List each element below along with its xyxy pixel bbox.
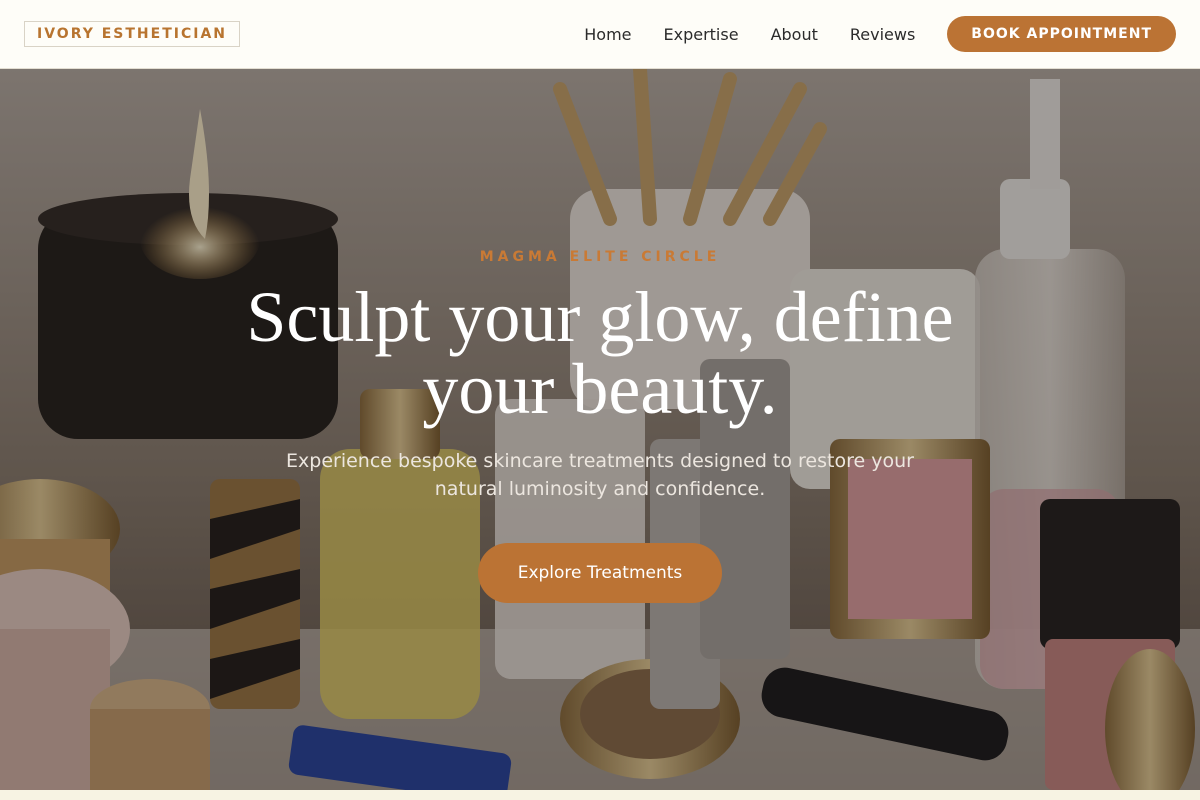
nav-link-about[interactable]: About xyxy=(771,25,818,44)
book-appointment-button[interactable]: BOOK APPOINTMENT xyxy=(947,16,1176,52)
hero-headline: Sculpt your glow, define your beauty. xyxy=(246,277,954,429)
site-header: IVORY ESTHETICIAN Home Expertise About R… xyxy=(0,0,1200,69)
hero-subtext: Experience bespoke skincare treatments d… xyxy=(286,450,914,500)
nav-link-home[interactable]: Home xyxy=(584,25,631,44)
hero-section: MAGMA ELITE CIRCLE Sculpt your glow, def… xyxy=(0,69,1200,790)
next-section-edge xyxy=(0,790,1200,800)
explore-treatments-button[interactable]: Explore Treatments xyxy=(477,543,723,603)
nav-link-expertise[interactable]: Expertise xyxy=(664,25,739,44)
brand-logo[interactable]: IVORY ESTHETICIAN xyxy=(24,21,240,47)
main-nav: Home Expertise About Reviews BOOK APPOIN… xyxy=(584,16,1176,52)
nav-link-reviews[interactable]: Reviews xyxy=(850,25,915,44)
hero-eyebrow: MAGMA ELITE CIRCLE xyxy=(479,249,721,265)
hero-content: MAGMA ELITE CIRCLE Sculpt your glow, def… xyxy=(200,249,1000,603)
